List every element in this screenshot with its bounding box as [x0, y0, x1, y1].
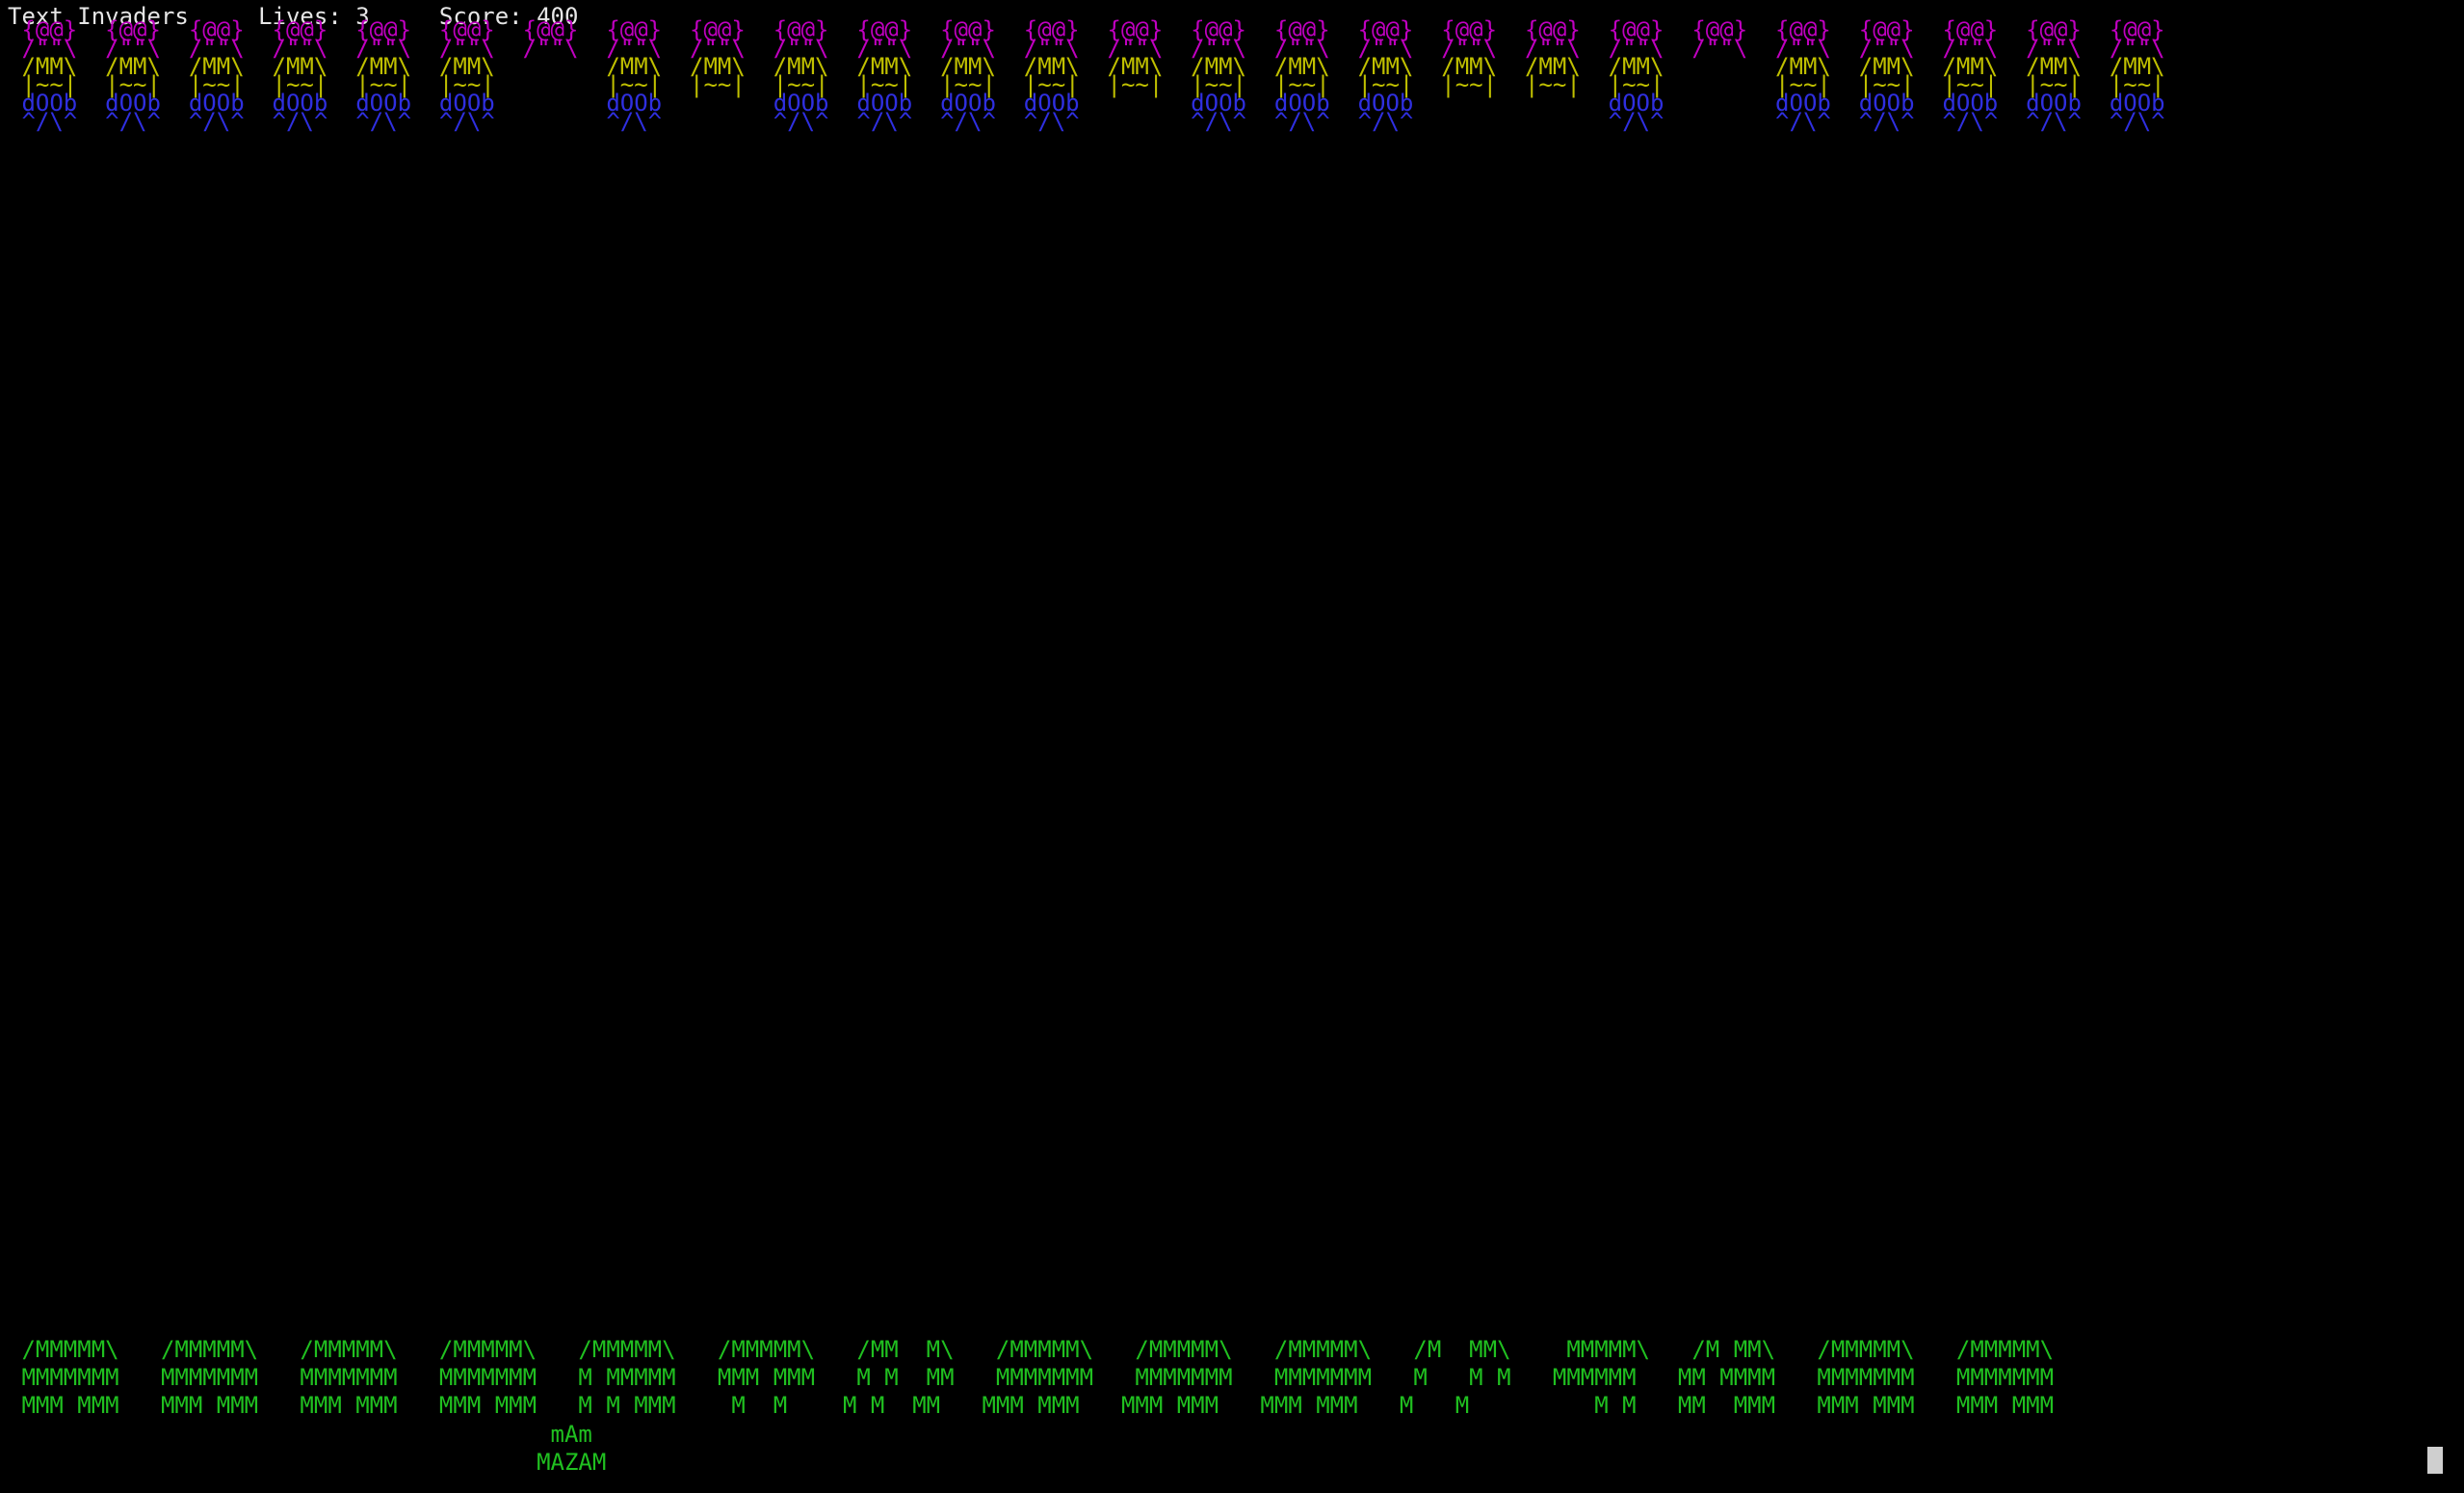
player-ship-top: mAm	[8, 1421, 592, 1448]
bunker-line-bottom: MMM MMM MMM MMM MMM MMM MMM MMM M M MMM …	[8, 1392, 2055, 1419]
alien-row-feet: ^/\^ ^/\^ ^/\^ ^/\^ ^/\^ ^/\^ ^/\^ ^/\^ …	[8, 108, 2165, 135]
bunker-line-top: /MMMMM\ /MMMMM\ /MMMMM\ /MMMMM\ /MMMMM\ …	[8, 1336, 2055, 1363]
bunker-line-middle: MMMMMMM MMMMMMM MMMMMMM MMMMMMM M MMMMM …	[8, 1364, 2055, 1391]
player-ship-base: MAZAM	[8, 1449, 607, 1476]
block-cursor-icon	[2427, 1447, 2443, 1474]
